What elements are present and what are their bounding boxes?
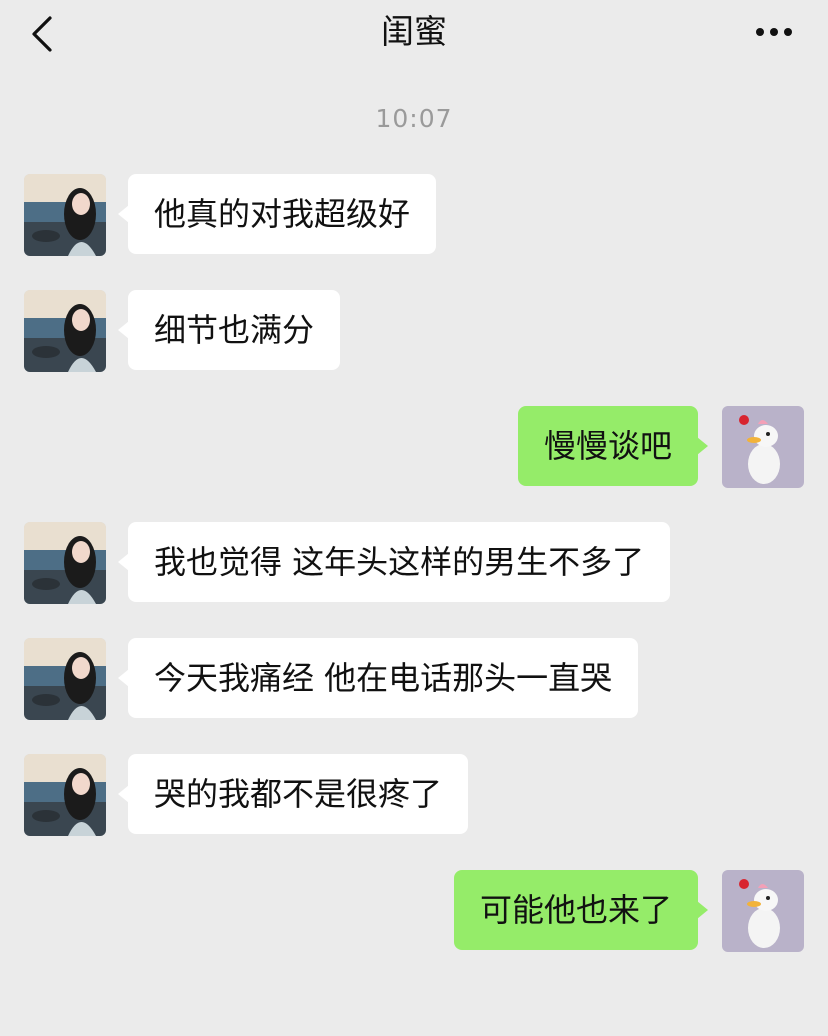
message-timestamp: 10:07 — [375, 104, 453, 133]
girl-portrait-icon — [24, 638, 106, 720]
my-avatar[interactable] — [722, 870, 804, 952]
contact-avatar[interactable] — [24, 522, 106, 604]
contact-avatar[interactable] — [24, 638, 106, 720]
incoming-message-bubble[interactable]: 我也觉得 这年头这样的男生不多了 — [117, 522, 671, 602]
chat-title: 闺蜜 — [381, 12, 447, 51]
girl-portrait-icon — [24, 754, 106, 836]
outgoing-message-bubble[interactable]: 慢慢谈吧 — [517, 406, 709, 486]
chat-screen: 闺蜜 10:07 他真的对我超级好 细节也满分 慢慢谈吧 我也觉得 这年头这样的… — [0, 0, 828, 1036]
duck-cartoon-icon — [722, 870, 804, 952]
contact-avatar[interactable] — [24, 290, 106, 372]
contact-avatar[interactable] — [24, 174, 106, 256]
my-avatar[interactable] — [722, 406, 804, 488]
incoming-message-bubble[interactable]: 哭的我都不是很疼了 — [117, 754, 469, 834]
contact-avatar[interactable] — [24, 754, 106, 836]
more-button[interactable] — [752, 20, 800, 44]
girl-portrait-icon — [24, 174, 106, 256]
girl-portrait-icon — [24, 522, 106, 604]
more-dots-icon — [756, 28, 792, 36]
outgoing-message-bubble[interactable]: 可能他也来了 — [453, 870, 709, 950]
incoming-message-bubble[interactable]: 他真的对我超级好 — [117, 174, 437, 254]
girl-portrait-icon — [24, 290, 106, 372]
incoming-message-bubble[interactable]: 细节也满分 — [117, 290, 341, 370]
incoming-message-bubble[interactable]: 今天我痛经 他在电话那头一直哭 — [117, 638, 639, 718]
top-bar: 闺蜜 — [0, 0, 828, 68]
duck-cartoon-icon — [722, 406, 804, 488]
